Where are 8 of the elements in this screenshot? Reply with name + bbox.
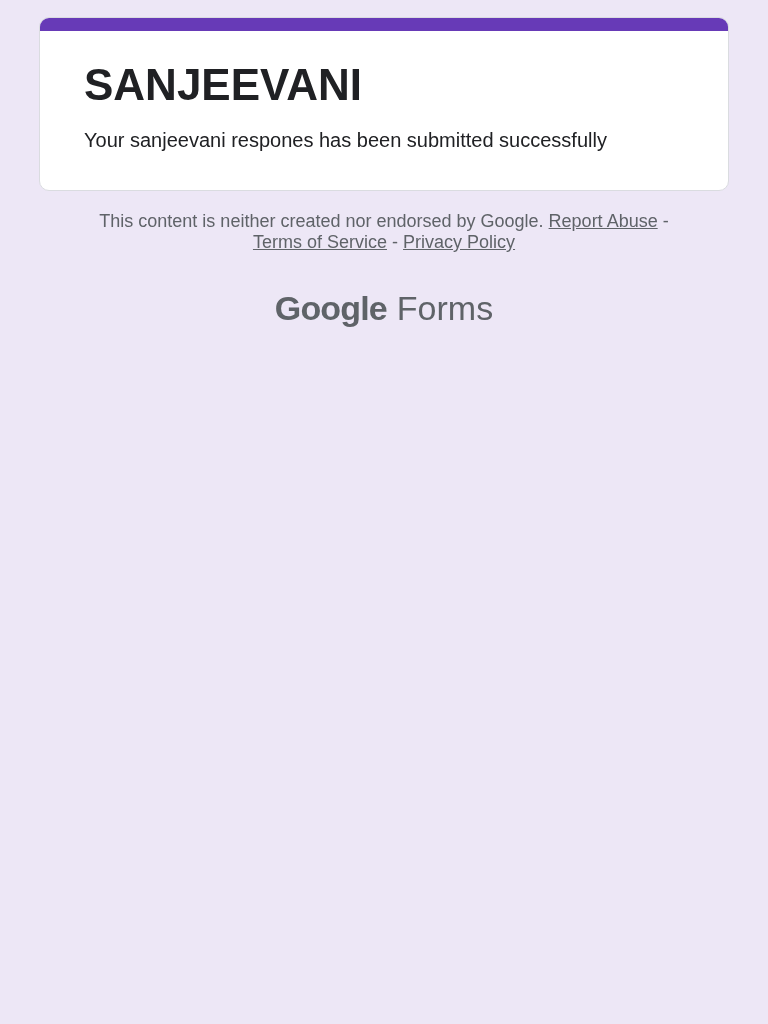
footer-link[interactable]: Terms of Service xyxy=(252,232,387,252)
footer-notice: This content is neither created nor endorsed by Google. Report Abuse - Terms of Service - Privacy Policy xyxy=(98,211,670,253)
form-title: SANJEEVANI xyxy=(84,59,363,111)
logo-wordmark: Google xyxy=(274,288,387,329)
product-name: Forms xyxy=(396,288,494,329)
confirmation-message: Your sanjeevani respones has been submitted successfully xyxy=(84,128,608,153)
footer-link[interactable]: Privacy Policy xyxy=(403,232,516,252)
footer-link[interactable]: Report Abuse xyxy=(548,211,658,231)
